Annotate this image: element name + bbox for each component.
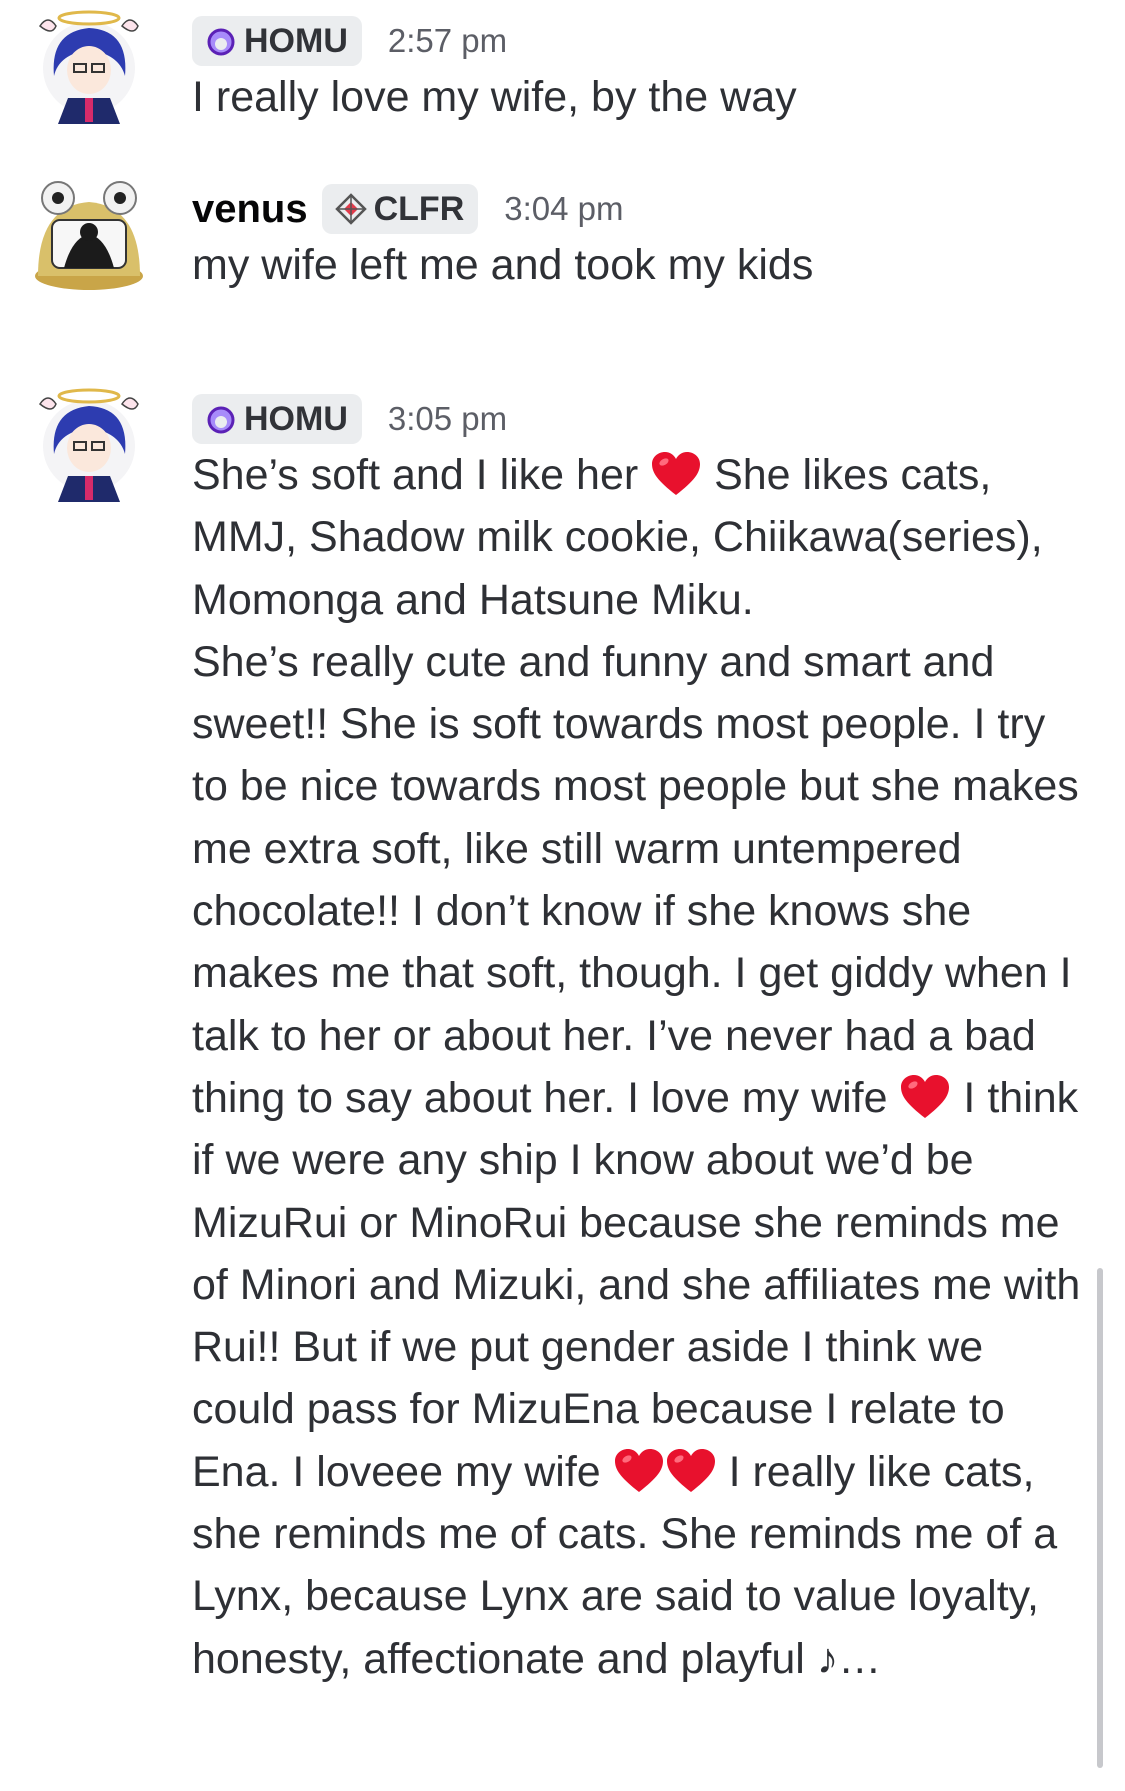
red-heart-emoji-icon xyxy=(665,1448,717,1494)
message-header: HOMU 3:05 pm xyxy=(192,389,507,449)
red-heart-emoji-icon xyxy=(613,1448,665,1494)
message-header: HOMU 2:57 pm xyxy=(192,11,507,71)
homu-avatar[interactable] xyxy=(30,384,148,502)
message-text: I really love my wife, by the way xyxy=(192,73,797,121)
purple-ring-icon xyxy=(204,24,238,58)
homu-avatar[interactable] xyxy=(30,6,148,124)
author-tag-label: HOMU xyxy=(244,21,348,60)
text-segment: I think if we were any ship I know about… xyxy=(192,1073,1093,1496)
venus-avatar[interactable] xyxy=(30,176,148,294)
clfr-tag[interactable]: CLFR xyxy=(321,184,479,234)
message-3: HOMU 3:05 pm She’s soft and I like her S… xyxy=(0,378,1095,1791)
scrollbar[interactable] xyxy=(1097,1268,1103,1768)
text-segment: She likes cats, MMJ, Shadow milk cookie,… xyxy=(192,451,1079,1122)
red-heart-emoji-icon xyxy=(899,1074,951,1120)
author-tag-label: HOMU xyxy=(244,399,348,438)
timestamp[interactable]: 3:05 pm xyxy=(388,400,507,438)
timestamp[interactable]: 2:57 pm xyxy=(388,22,507,60)
message-header: venus CLFR 3:04 pm xyxy=(192,179,624,239)
timestamp[interactable]: 3:04 pm xyxy=(504,190,623,228)
red-heart-emoji-icon xyxy=(650,451,702,497)
text-segment: She’s soft and I like her xyxy=(192,451,651,499)
homu-tag[interactable]: HOMU xyxy=(192,16,362,66)
message-text: She’s soft and I like her She likes cats… xyxy=(192,444,1092,1690)
message-2: venus CLFR 3:04 pm my wife left me and t… xyxy=(0,170,1095,320)
message-1: HOMU 2:57 pm I really love my wife, by t… xyxy=(0,0,1095,140)
purple-ring-icon xyxy=(204,402,238,436)
diamond-crosshair-icon xyxy=(334,192,368,226)
username[interactable]: venus xyxy=(192,187,308,232)
author-tag-label: CLFR xyxy=(373,189,465,228)
homu-tag[interactable]: HOMU xyxy=(192,394,362,444)
message-text: my wife left me and took my kids xyxy=(192,241,814,289)
